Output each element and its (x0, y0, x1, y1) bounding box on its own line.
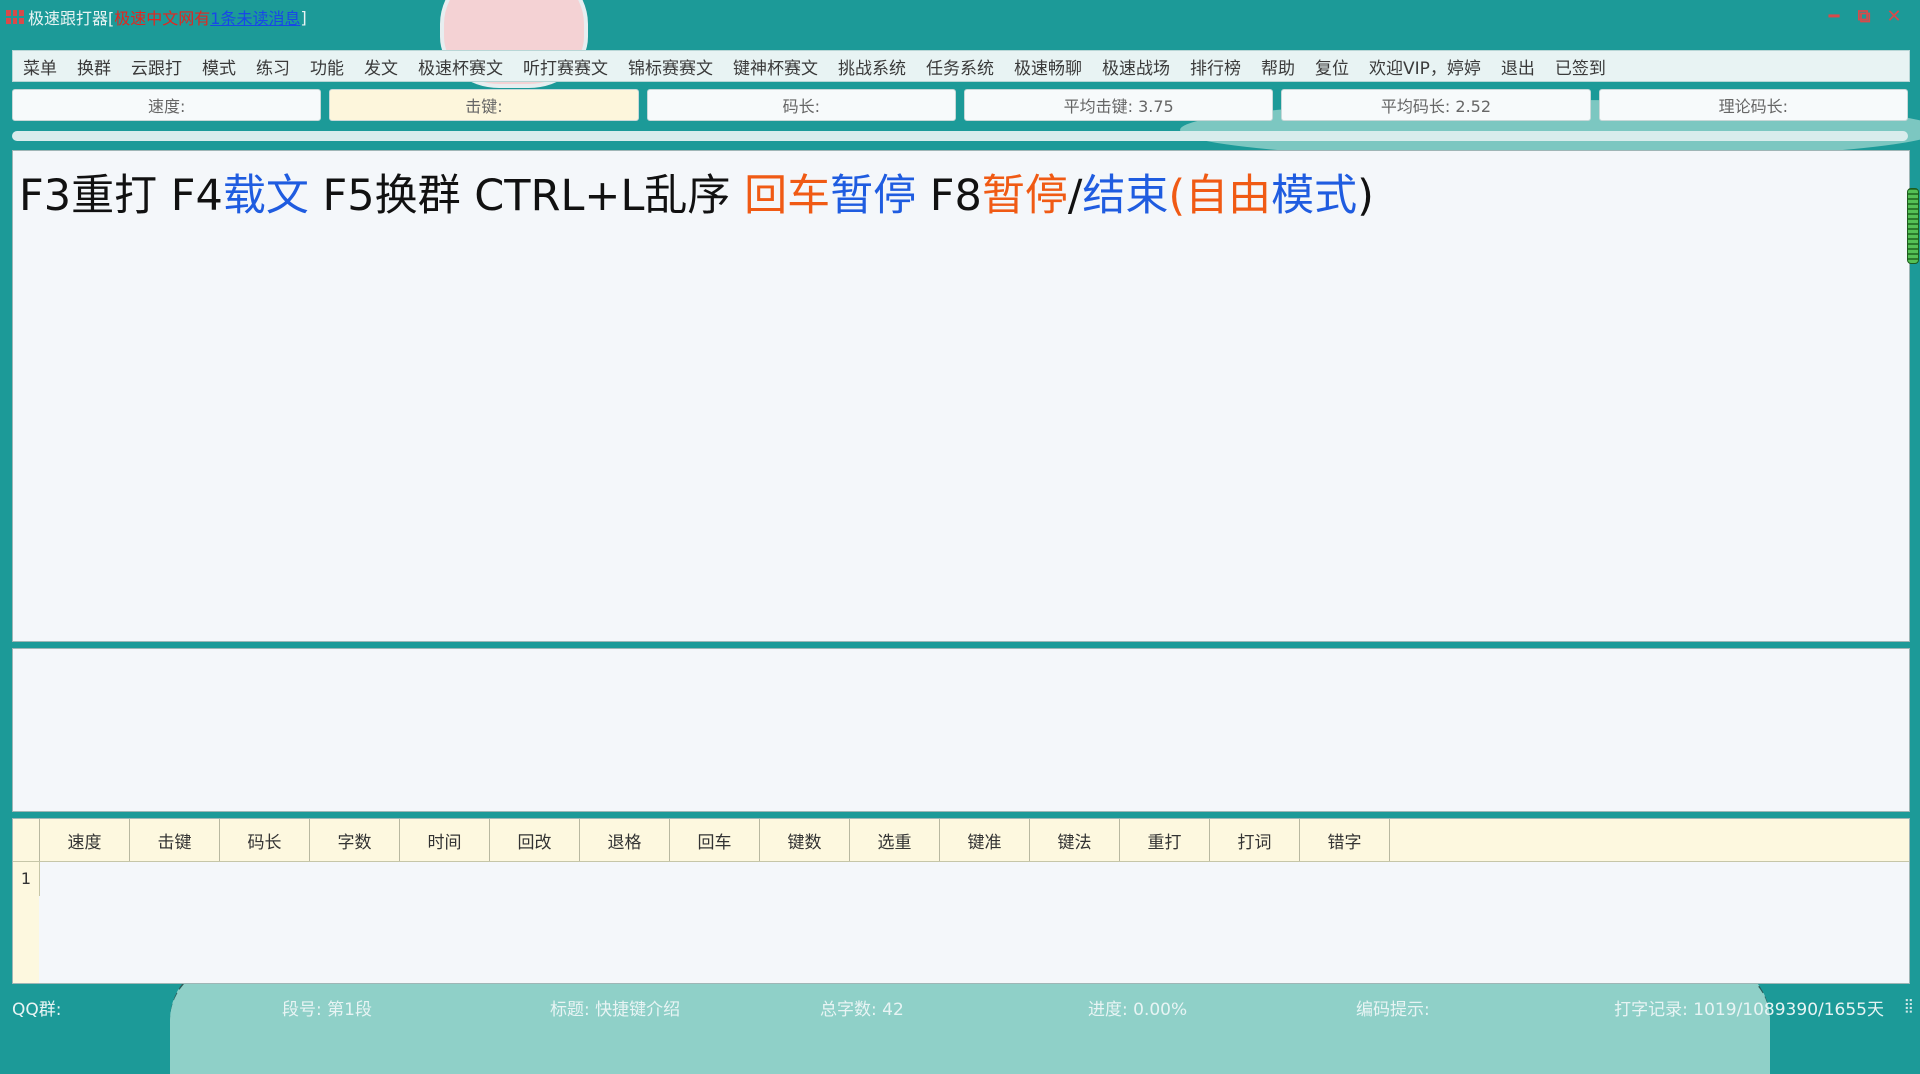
prompt-segment: 载文 (222, 171, 309, 221)
prompt-segment: F3重打 F4 (19, 171, 223, 221)
table-row[interactable]: 1 (13, 862, 1909, 896)
restore-icon[interactable]: ⧉ (1856, 6, 1872, 27)
header-filler (1390, 819, 1909, 861)
status-bar: QQ群: 段号: 第1段 标题: 快捷键介绍 总字数: 42 进度: 0.00%… (0, 992, 1920, 1022)
column-header[interactable]: 键法 (1030, 819, 1120, 861)
status-total-chars: 总字数: 42 (820, 999, 904, 1020)
menu-item-practice[interactable]: 练习 (246, 54, 300, 79)
stat-avg-code-length: 平均码长: 2.52 (1281, 89, 1591, 121)
column-header[interactable]: 码长 (220, 819, 310, 861)
status-code-hint: 编码提示: (1356, 999, 1430, 1020)
menu-item-reset[interactable]: 复位 (1305, 54, 1359, 79)
menu-item-signed-in[interactable]: 已签到 (1545, 54, 1616, 79)
site-name: 极速中文网有 (114, 9, 211, 28)
menu-item-tasks[interactable]: 任务系统 (916, 54, 1004, 79)
unread-messages-link[interactable]: 1条未读消息 (210, 5, 300, 29)
menu-item-menu[interactable]: 菜单 (13, 54, 67, 79)
column-header[interactable]: 回车 (670, 819, 760, 861)
prompt-segment: F8 (916, 171, 982, 221)
column-header[interactable]: 击键 (130, 819, 220, 861)
prompt-segment: 自由 (1185, 171, 1272, 221)
row-number: 1 (13, 862, 40, 896)
minimize-icon[interactable]: ━ (1826, 6, 1842, 27)
menu-item-battlefield[interactable]: 极速战场 (1092, 54, 1180, 79)
menu-item-welcome-vip[interactable]: 欢迎VIP，婷婷 (1359, 54, 1491, 79)
title-bar: 极速跟打器[ 极速中文网有 1条未读消息 ] ━ ⧉ ✕ (0, 0, 1920, 34)
window-controls: ━ ⧉ ✕ (1826, 6, 1902, 27)
column-header[interactable]: 键数 (760, 819, 850, 861)
menu-item-mode[interactable]: 模式 (192, 54, 246, 79)
menu-item-chat[interactable]: 极速畅聊 (1004, 54, 1092, 79)
progress-divider (12, 131, 1908, 141)
menu-item-listening-contest[interactable]: 听打赛赛文 (513, 54, 618, 79)
prompt-segment: ) (1357, 171, 1374, 221)
stat-code-length: 码长: (646, 89, 956, 121)
stat-avg-keystroke: 平均击键: 3.75 (963, 89, 1274, 121)
prompt-segment: 暂停 (830, 171, 917, 221)
menu-item-help[interactable]: 帮助 (1251, 54, 1305, 79)
prompt-segment: / (1067, 171, 1083, 221)
menu-item-switch-group[interactable]: 换群 (67, 54, 121, 79)
menu-item-exit[interactable]: 退出 (1491, 54, 1545, 79)
status-record: 打字记录: 1019/1089390/1655天 (1614, 999, 1884, 1020)
column-header[interactable]: 打词 (1210, 819, 1300, 861)
title-bracket: ] (300, 7, 307, 27)
prompt-segment: 模式 (1271, 171, 1358, 221)
status-caption: 标题: 快捷键介绍 (550, 999, 681, 1020)
column-header[interactable]: 键准 (940, 819, 1030, 861)
menu-item-send-text[interactable]: 发文 (354, 54, 408, 79)
column-header[interactable]: 速度 (40, 819, 130, 861)
app-grid-icon (6, 10, 24, 24)
prompt-segment: ( (1168, 171, 1186, 221)
status-progress: 进度: 0.00% (1088, 999, 1188, 1020)
column-header[interactable]: 回改 (490, 819, 580, 861)
column-header[interactable]: 时间 (400, 819, 490, 861)
table-header: 速度 击键 码长 字数 时间 回改 退格 回车 键数 选重 键准 键法 重打 打… (13, 819, 1909, 862)
stats-row: 速度: 击键: 码长: 平均击键: 3.75 平均码长: 2.52 理论码长: (12, 89, 1908, 121)
typing-input-area[interactable] (12, 648, 1910, 812)
menu-item-leaderboard[interactable]: 排行榜 (1180, 54, 1251, 79)
column-header[interactable]: 重打 (1120, 819, 1210, 861)
window-title: 极速跟打器[ (28, 9, 115, 28)
menu-item-challenge[interactable]: 挑战系统 (828, 54, 916, 79)
hotkey-instructions: F3重打 F4载文 F5换群 CTRL+L乱序 回车暂停 F8暂停/结束(自由模… (19, 161, 1374, 223)
prompt-segment: 结束 (1082, 171, 1169, 221)
prompt-segment: 回车 (744, 171, 831, 221)
table-corner (13, 819, 40, 861)
menu-item-function[interactable]: 功能 (300, 54, 354, 79)
status-paragraph: 段号: 第1段 (282, 999, 372, 1020)
menu-item-jisu-cup[interactable]: 极速杯赛文 (408, 54, 513, 79)
row-header-stripe (13, 895, 39, 983)
results-table: 速度 击键 码长 字数 时间 回改 退格 回车 键数 选重 键准 键法 重打 打… (12, 818, 1910, 984)
close-icon[interactable]: ✕ (1886, 6, 1902, 27)
menu-item-championship[interactable]: 锦标赛赛文 (618, 54, 723, 79)
prompt-segment: F5换群 CTRL+L乱序 (308, 171, 745, 221)
column-header[interactable]: 选重 (850, 819, 940, 861)
column-header[interactable]: 错字 (1300, 819, 1390, 861)
menu-item-cloud-typing[interactable]: 云跟打 (121, 54, 192, 79)
menu-bar: 菜单 换群 云跟打 模式 练习 功能 发文 极速杯赛文 听打赛赛文 锦标赛赛文 … (12, 50, 1910, 82)
column-header[interactable]: 退格 (580, 819, 670, 861)
prompt-segment: 暂停 (981, 171, 1068, 221)
column-header[interactable]: 字数 (310, 819, 400, 861)
stat-theory-code-length: 理论码长: (1598, 89, 1908, 121)
menu-item-keygod-cup[interactable]: 键神杯赛文 (723, 54, 828, 79)
reference-text-area[interactable]: F3重打 F4载文 F5换群 CTRL+L乱序 回车暂停 F8暂停/结束(自由模… (12, 150, 1910, 642)
resize-grip-icon[interactable]: ⣿ (1904, 998, 1914, 1014)
stat-keystroke: 击键: (329, 89, 639, 121)
status-qq-group: QQ群: (12, 999, 62, 1020)
stat-speed: 速度: (12, 89, 322, 121)
scrollbar-thumb[interactable] (1907, 188, 1919, 264)
